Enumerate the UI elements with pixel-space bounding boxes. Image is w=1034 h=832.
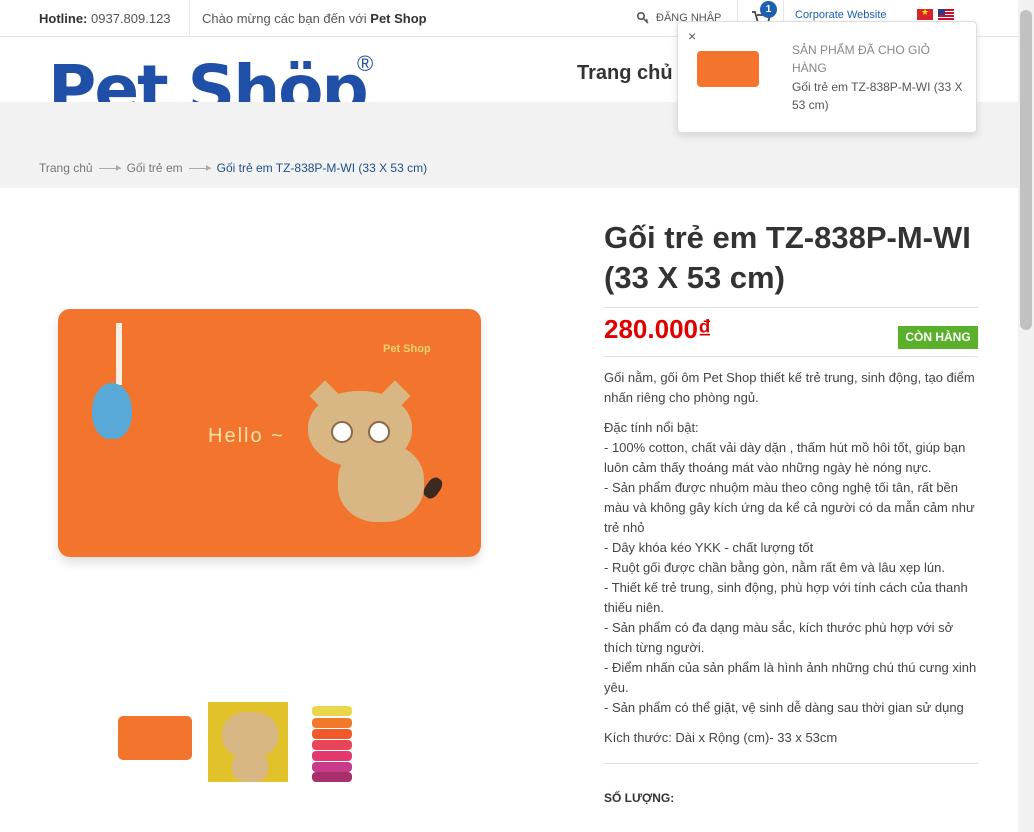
welcome-text: Chào mừng các bạn đến với bbox=[202, 11, 367, 26]
product-features: Đặc tính nổi bật: - 100% cotton, chất vả… bbox=[604, 418, 980, 718]
pillow-brand-text: Pet Shop bbox=[383, 343, 431, 355]
thumbnail-1[interactable] bbox=[114, 702, 194, 782]
feature-line: - Sản phẩm được nhuộm màu theo công nghệ… bbox=[604, 480, 975, 535]
feature-line: - Điểm nhấn của sản phẩm là hình ảnh nhữ… bbox=[604, 660, 977, 695]
divider bbox=[604, 356, 978, 357]
thumbnail-3[interactable] bbox=[302, 702, 382, 782]
breadcrumb-current: Gối trẻ em TZ-838P-M-WI (33 X 53 cm) bbox=[216, 161, 428, 175]
cat-eye bbox=[331, 421, 353, 443]
added-to-cart-popup: × SẢN PHẨM ĐÃ CHO GIỎ HÀNG Gối trẻ em TZ… bbox=[677, 21, 977, 133]
product-price: 280.000₫ bbox=[604, 314, 712, 344]
product-intro: Gối nằm, gối ôm Pet Shop thiết kế trẻ tr… bbox=[604, 370, 975, 405]
vietnam-flag-icon[interactable] bbox=[917, 7, 933, 20]
feature-line: - Thiết kế trẻ trung, sinh động, phù hợp… bbox=[604, 580, 968, 615]
nav-home[interactable]: Trang chủ bbox=[577, 62, 673, 85]
cat-eye bbox=[368, 421, 390, 443]
feature-line: - 100% cotton, chất vải dày dặn , thấm h… bbox=[604, 440, 966, 475]
registered-mark: ® bbox=[357, 51, 374, 76]
divider bbox=[189, 0, 190, 37]
divider bbox=[604, 763, 978, 764]
usa-flag-icon[interactable] bbox=[938, 9, 954, 20]
feature-line: - Sản phẩm có thể giặt, vệ sinh dễ dàng … bbox=[604, 700, 964, 715]
hotline: Hotline: 0937.809.123 bbox=[39, 11, 171, 26]
arrow-right-icon bbox=[98, 164, 121, 171]
cart-count-badge: 1 bbox=[760, 1, 777, 18]
arrow-right-icon bbox=[188, 164, 211, 171]
hotline-number[interactable]: 0937.809.123 bbox=[91, 11, 171, 26]
quantity-label: SỐ LƯỢNG: bbox=[604, 791, 675, 805]
popup-heading: SẢN PHẨM ĐÃ CHO GIỎ HÀNG bbox=[792, 43, 931, 75]
popup-product-image bbox=[697, 51, 759, 87]
product-main-image[interactable]: Pet Shop Hello ~ bbox=[58, 309, 481, 557]
pillow-hello-text: Hello ~ bbox=[208, 425, 285, 447]
cat-tail bbox=[420, 474, 446, 502]
pillow-strap bbox=[116, 323, 122, 385]
breadcrumb-home[interactable]: Trang chủ bbox=[39, 161, 93, 175]
feature-line: - Ruột gối được chần bằng gòn, nằm rất ê… bbox=[604, 560, 945, 575]
welcome-message: Chào mừng các bạn đến với Pet Shop bbox=[202, 11, 427, 26]
key-icon bbox=[636, 11, 649, 24]
breadcrumb: Trang chủ Gối trẻ em Gối trẻ em TZ-838P-… bbox=[39, 161, 427, 175]
feature-line: Đặc tính nổi bật: bbox=[604, 420, 699, 435]
product-thumbnails bbox=[114, 702, 382, 782]
thumbnail-2[interactable] bbox=[208, 702, 288, 782]
feature-line: - Sản phẩm có đa dạng màu sắc, kích thướ… bbox=[604, 620, 954, 655]
popup-product-name[interactable]: Gối trẻ em TZ-838P-M-WI (33 X 53 cm) bbox=[792, 78, 964, 114]
close-icon[interactable]: × bbox=[688, 28, 696, 44]
corporate-website-link[interactable]: Corporate Website bbox=[795, 9, 887, 21]
cat-icon bbox=[308, 391, 412, 467]
product-title: Gối trẻ em TZ-838P-M-WI (33 X 53 cm) bbox=[604, 220, 971, 295]
scrollbar-thumb[interactable] bbox=[1020, 10, 1032, 330]
stock-badge: CÒN HÀNG bbox=[898, 326, 978, 349]
feature-line: - Dây khóa kéo YKK - chất lượng tốt bbox=[604, 540, 814, 555]
breadcrumb-category[interactable]: Gối trẻ em bbox=[127, 161, 183, 175]
hotline-label: Hotline: bbox=[39, 11, 88, 26]
welcome-brand: Pet Shop bbox=[370, 11, 427, 26]
fish-icon bbox=[92, 383, 132, 439]
divider bbox=[604, 307, 978, 308]
product-size: Kích thước: Dài x Rộng (cm)- 33 x 53cm bbox=[604, 730, 838, 745]
